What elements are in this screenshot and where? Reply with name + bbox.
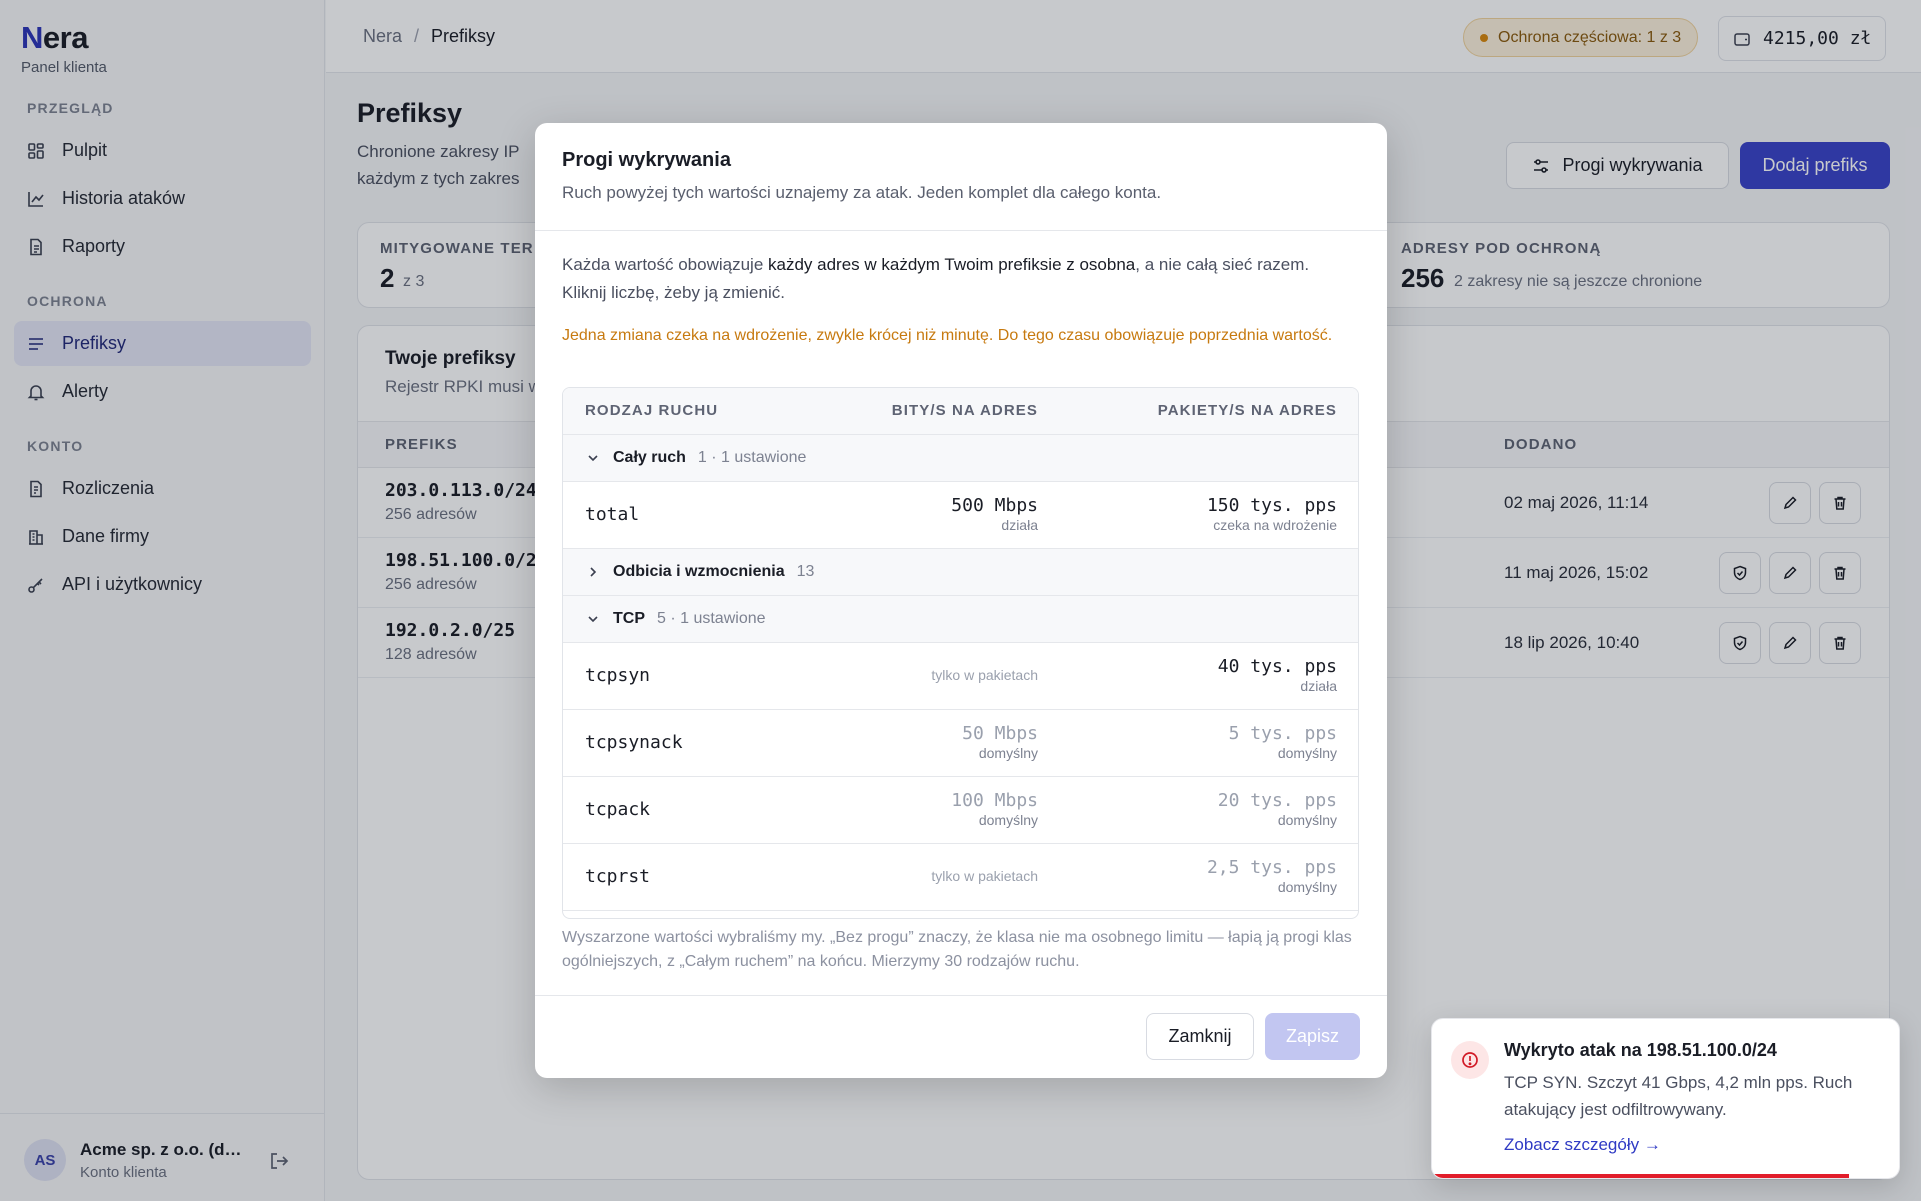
group-row-tcp[interactable]: TCP 5 · 1 ustawione bbox=[563, 596, 1358, 643]
pps-value: 5 tys. pps bbox=[1228, 723, 1337, 744]
traffic-type-name: tcpsyn bbox=[585, 665, 651, 686]
column-traffic-type: RODZAJ RUCHU bbox=[585, 402, 719, 419]
column-packets: PAKIETY/S NA ADRES bbox=[1157, 402, 1337, 419]
pps-threshold[interactable]: 5 tys. pps domyślny bbox=[1229, 723, 1337, 761]
traffic-type-name: tcprst bbox=[585, 866, 651, 887]
group-count: 1 · 1 ustawione bbox=[697, 449, 807, 466]
group-count: 13 bbox=[796, 563, 815, 580]
pps-threshold[interactable]: 40 tys. pps działa bbox=[1218, 656, 1337, 694]
pps-threshold[interactable]: 150 tys. pps czeka na wdrożenie bbox=[1207, 495, 1337, 533]
bits-threshold[interactable]: 50 Mbps domyślny bbox=[962, 723, 1038, 761]
packets-only-note: tylko w pakietach bbox=[931, 868, 1038, 884]
threshold-row-tcpack: tcpack 100 Mbps domyślny 20 tys. pps dom… bbox=[563, 777, 1358, 844]
packets-only-note: tylko w pakietach bbox=[931, 667, 1038, 683]
group-row-all-traffic[interactable]: Cały ruch 1 · 1 ustawione bbox=[563, 435, 1358, 482]
chevron-down-icon bbox=[588, 616, 598, 623]
group-row-reflection[interactable]: Odbicia i wzmocnienia 13 bbox=[563, 549, 1358, 596]
traffic-type-name: total bbox=[585, 504, 640, 525]
info-text-before: Każda wartość obowiązuje bbox=[562, 255, 769, 274]
group-name: TCP bbox=[613, 610, 645, 627]
pps-value: 150 tys. pps bbox=[1206, 495, 1337, 516]
threshold-row-tcprst: tcprst tylko w pakietach 2,5 tys. pps do… bbox=[563, 844, 1358, 911]
bits-value: 100 Mbps bbox=[951, 790, 1038, 811]
group-count: 5 · 1 ustawione bbox=[657, 610, 766, 627]
thresholds-table-header: RODZAJ RUCHU BITY/S NA ADRES PAKIETY/S N… bbox=[563, 388, 1358, 435]
thresholds-table: RODZAJ RUCHU BITY/S NA ADRES PAKIETY/S N… bbox=[562, 387, 1359, 919]
divider bbox=[535, 995, 1387, 996]
arrow-right-icon: → bbox=[1643, 1135, 1661, 1154]
attack-alert-toast[interactable]: Wykryto atak na 198.51.100.0/24 TCP SYN.… bbox=[1431, 1018, 1900, 1179]
pps-status: czeka na wdrożenie bbox=[1213, 517, 1337, 533]
threshold-row-tcpsyn: tcpsyn tylko w pakietach 40 tys. pps dzi… bbox=[563, 643, 1358, 710]
bits-threshold[interactable]: 500 Mbps działa bbox=[951, 495, 1038, 533]
info-text-bold: każdy adres w każdym Twoim prefiksie z o… bbox=[768, 255, 1136, 274]
group-name: Cały ruch bbox=[613, 449, 686, 466]
toast-progress-bar bbox=[1432, 1174, 1849, 1178]
pps-status: domyślny bbox=[1277, 812, 1337, 828]
column-bits: BITY/S NA ADRES bbox=[891, 402, 1038, 419]
bits-value: 50 Mbps bbox=[962, 723, 1038, 744]
chevron-down-icon bbox=[588, 455, 598, 462]
pps-status: domyślny bbox=[1277, 745, 1337, 761]
pps-threshold[interactable]: 2,5 tys. pps domyślny bbox=[1207, 857, 1337, 895]
bits-threshold[interactable]: 100 Mbps domyślny bbox=[951, 790, 1038, 828]
dialog-title: Progi wykrywania bbox=[562, 149, 731, 171]
traffic-type-name: tcpsynack bbox=[585, 732, 683, 753]
pps-status: działa bbox=[1300, 678, 1337, 694]
dialog-footnote: Wyszarzone wartości wybraliśmy my. „Bez … bbox=[562, 929, 1352, 970]
pps-threshold[interactable]: 20 tys. pps domyślny bbox=[1218, 790, 1337, 828]
toast-details-link[interactable]: Zobacz szczegóły → bbox=[1504, 1135, 1661, 1155]
threshold-row-total: total 500 Mbps działa 150 tys. pps czeka… bbox=[563, 482, 1358, 549]
toast-title: Wykryto atak na 198.51.100.0/24 bbox=[1504, 1040, 1777, 1060]
toast-body: TCP SYN. Szczyt 41 Gbps, 4,2 mln pps. Ru… bbox=[1504, 1073, 1853, 1119]
threshold-row-tcpsynack: tcpsynack 50 Mbps domyślny 5 tys. pps do… bbox=[563, 710, 1358, 777]
toast-details-label: Zobacz szczegóły bbox=[1504, 1135, 1640, 1154]
chevron-right-icon bbox=[590, 567, 597, 577]
pps-value: 2,5 tys. pps bbox=[1206, 857, 1337, 878]
close-button[interactable]: Zamknij bbox=[1146, 1013, 1254, 1060]
save-button[interactable]: Zapisz bbox=[1265, 1013, 1360, 1060]
divider bbox=[535, 230, 1387, 231]
bits-status: domyślny bbox=[978, 745, 1038, 761]
pps-value: 40 tys. pps bbox=[1217, 656, 1337, 677]
alert-icon bbox=[1451, 1041, 1489, 1079]
traffic-type-name: tcpack bbox=[585, 799, 651, 820]
dialog-subtitle: Ruch powyżej tych wartości uznajemy za a… bbox=[562, 183, 1162, 202]
pps-status: domyślny bbox=[1277, 879, 1337, 895]
bits-status: działa bbox=[1001, 517, 1038, 533]
bits-value: 500 Mbps bbox=[951, 495, 1038, 516]
dialog-info: Każda wartość obowiązuje każdy adres w k… bbox=[562, 251, 1352, 307]
pps-value: 20 tys. pps bbox=[1217, 790, 1337, 811]
group-name: Odbicia i wzmocnienia bbox=[613, 563, 785, 580]
thresholds-dialog: Progi wykrywania Ruch powyżej tych warto… bbox=[535, 123, 1387, 1078]
bits-status: domyślny bbox=[978, 812, 1038, 828]
pending-change-warning: Jedna zmiana czeka na wdrożenie, zwykle … bbox=[562, 327, 1333, 344]
